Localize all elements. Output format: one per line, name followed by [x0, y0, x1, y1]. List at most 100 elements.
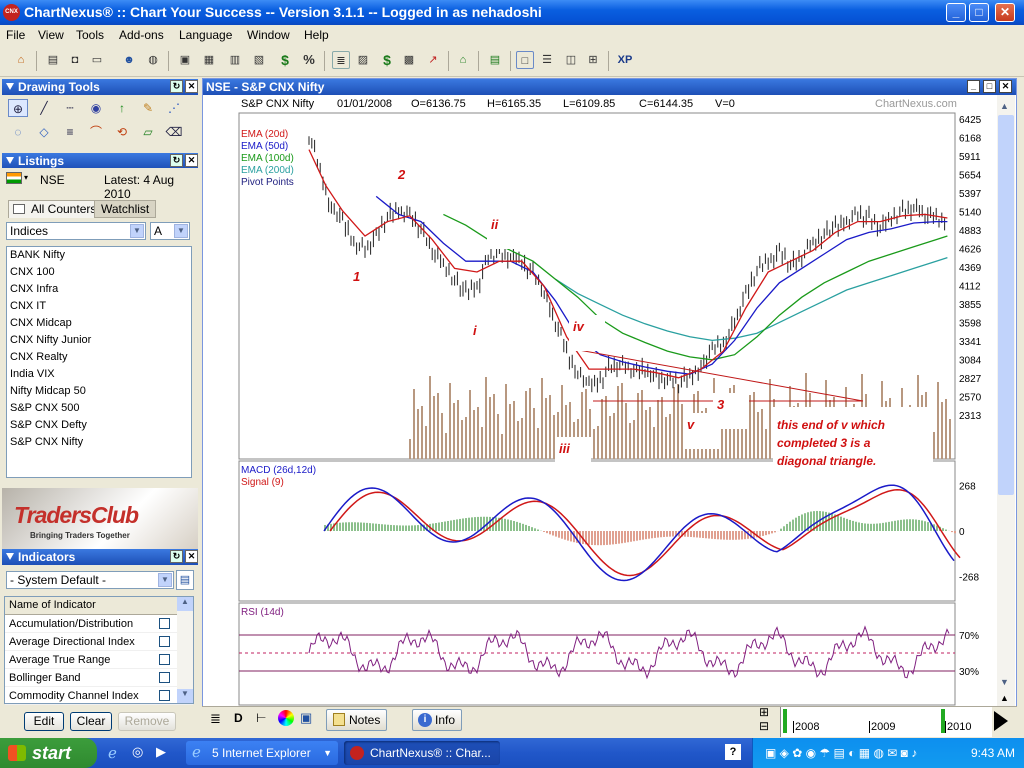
arc-tool-icon[interactable]: ⌒: [86, 123, 106, 141]
list-item[interactable]: BANK Nifty: [7, 247, 191, 264]
menu-help[interactable]: Help: [304, 28, 329, 42]
refresh-icon[interactable]: ↻: [170, 550, 183, 563]
layout-icon[interactable]: ▣: [300, 710, 312, 726]
info-button[interactable]: i Info: [412, 709, 463, 731]
layout-single-icon[interactable]: □: [516, 51, 534, 69]
indicator-checkbox[interactable]: [159, 654, 170, 665]
indicator-scrollbar[interactable]: ▲ ▼: [177, 597, 193, 703]
index-list[interactable]: BANK Nifty CNX 100 CNX Infra CNX IT CNX Midc…: [6, 246, 192, 478]
panel-close-icon[interactable]: ✕: [185, 154, 198, 167]
taskbar-ie-item[interactable]: ℯ 5 Internet Explorer ▼: [186, 741, 338, 765]
horizontal-line-icon[interactable]: ┄: [60, 99, 80, 117]
camera-icon[interactable]: ◘: [66, 51, 84, 69]
color-wheel-icon[interactable]: [278, 710, 294, 726]
tab-all-counters[interactable]: All Counters: [8, 200, 104, 218]
media-player-icon[interactable]: ▶: [156, 744, 166, 760]
list-item[interactable]: S&P CNX Defty: [7, 417, 191, 434]
scroll-thumb[interactable]: [998, 115, 1014, 495]
daily-button[interactable]: D: [234, 711, 243, 725]
close-button[interactable]: ✕: [995, 3, 1015, 22]
help-icon[interactable]: ?: [725, 744, 741, 760]
arrow-up-tool-icon[interactable]: ↑: [112, 99, 132, 117]
list-item[interactable]: S&P CNX 500: [7, 400, 191, 417]
layout-vertical-icon[interactable]: ◫: [562, 51, 580, 69]
traders-club-banner[interactable]: TradersClub Bringing Traders Together: [2, 488, 198, 550]
indicator-row[interactable]: Commodity Channel Index: [5, 687, 193, 705]
india-flag-icon[interactable]: [6, 172, 22, 184]
layout-horizontal-icon[interactable]: ☰: [538, 51, 556, 69]
category-select[interactable]: Indices ▼: [6, 222, 146, 240]
timeline-navigator[interactable]: 2008 2009 2010: [780, 707, 992, 737]
chart-minimize-icon[interactable]: _: [967, 80, 980, 93]
zoom-in-icon[interactable]: ⊞: [759, 705, 769, 719]
excel-icon[interactable]: ▤: [486, 51, 504, 69]
chart-settings-icon[interactable]: ▨: [354, 51, 372, 69]
tab-watchlist[interactable]: Watchlist: [94, 200, 157, 218]
maximize-button[interactable]: □: [969, 3, 989, 22]
menu-addons[interactable]: Add-ons: [119, 28, 164, 42]
tray-icons[interactable]: ▣ ◈ ✿ ◉ ☂ ▤ ◐ ▦ ◍ ✉ ◙ ♪: [765, 738, 917, 768]
dollar-icon[interactable]: $: [276, 51, 294, 69]
monitor-icon[interactable]: ▣: [176, 51, 194, 69]
browser-icon[interactable]: ◎: [132, 744, 143, 760]
indicator-row[interactable]: Average Directional Index: [5, 633, 193, 651]
panel-close-icon[interactable]: ✕: [185, 80, 198, 93]
indicator-settings-icon[interactable]: ▤: [176, 570, 194, 590]
layout-grid-icon[interactable]: ⊞: [584, 51, 602, 69]
zoom-out-icon[interactable]: ⊟: [759, 719, 769, 733]
percent-icon[interactable]: %: [300, 51, 318, 69]
globe-tool-icon[interactable]: ◉: [86, 99, 106, 117]
list-item[interactable]: S&P CNX Nifty: [7, 434, 191, 451]
calendar-icon[interactable]: ▦: [200, 51, 218, 69]
list-item[interactable]: CNX IT: [7, 298, 191, 315]
refresh-icon[interactable]: ↻: [170, 80, 183, 93]
user-icon[interactable]: ☻: [120, 51, 138, 69]
folder-icon[interactable]: ▭: [88, 51, 106, 69]
export-icon[interactable]: ⌂: [454, 51, 472, 69]
select-tool-icon[interactable]: ⊕: [8, 99, 28, 117]
text-tool-icon[interactable]: ≡: [60, 123, 80, 141]
print-icon[interactable]: ▤: [44, 51, 62, 69]
indicator-checkbox[interactable]: [159, 672, 170, 683]
money-icon[interactable]: $: [378, 51, 396, 69]
list-item[interactable]: CNX Nifty Junior: [7, 332, 191, 349]
trend-icon[interactable]: ↗: [424, 51, 442, 69]
comment-tool-icon[interactable]: ◇: [34, 123, 54, 141]
timeline-start-handle[interactable]: [783, 709, 787, 733]
pencil-tool-icon[interactable]: ✎: [138, 99, 158, 117]
indicator-row[interactable]: Bollinger Band: [5, 669, 193, 687]
compare-icon[interactable]: ▩: [400, 51, 418, 69]
indicator-checkbox[interactable]: [159, 618, 170, 629]
letter-select[interactable]: A ▼: [150, 222, 190, 240]
taskbar-chartnexus-item[interactable]: ChartNexus® :: Char...: [344, 741, 500, 765]
list-item[interactable]: Nifty Midcap 50: [7, 383, 191, 400]
list-item[interactable]: India VIX: [7, 366, 191, 383]
fibonacci-tool-icon[interactable]: ⋰: [164, 99, 184, 117]
lock-icon[interactable]: ◍: [144, 51, 162, 69]
menu-file[interactable]: File: [6, 28, 25, 42]
menu-language[interactable]: Language: [179, 28, 232, 42]
notes-button[interactable]: Notes: [326, 709, 388, 731]
indicator-row[interactable]: Accumulation/Distribution: [5, 615, 193, 633]
play-icon[interactable]: [994, 711, 1008, 731]
list-item[interactable]: CNX 100: [7, 264, 191, 281]
refresh-icon[interactable]: ↻: [170, 154, 183, 167]
menu-window[interactable]: Window: [247, 28, 290, 42]
edit-button[interactable]: Edit: [24, 712, 64, 731]
chevron-down-icon[interactable]: ▾: [24, 173, 28, 182]
menu-view[interactable]: View: [38, 28, 64, 42]
chart-canvas[interactable]: ▲ ▼ ▲ S&P CNX Nifty 01/01/2008 O=6136.75 H=616…: [203, 95, 1016, 707]
indicator-row[interactable]: Average True Range: [5, 651, 193, 669]
list-item[interactable]: CNX Midcap: [7, 315, 191, 332]
ie-icon[interactable]: ℯ: [108, 744, 117, 762]
indicator-preset-select[interactable]: - System Default - ▼: [6, 571, 174, 589]
list-view-icon[interactable]: ≣: [332, 51, 350, 69]
scanner-icon[interactable]: ▧: [250, 51, 268, 69]
line-tool-icon[interactable]: ╱: [34, 99, 54, 117]
interval-icon[interactable]: ⊢: [256, 711, 266, 725]
delete-all-tool-icon[interactable]: ⌫: [164, 123, 184, 141]
list-icon[interactable]: ≣: [210, 711, 221, 727]
minimize-button[interactable]: _: [946, 3, 966, 22]
start-button[interactable]: start: [0, 738, 97, 768]
panel-close-icon[interactable]: ✕: [185, 550, 198, 563]
